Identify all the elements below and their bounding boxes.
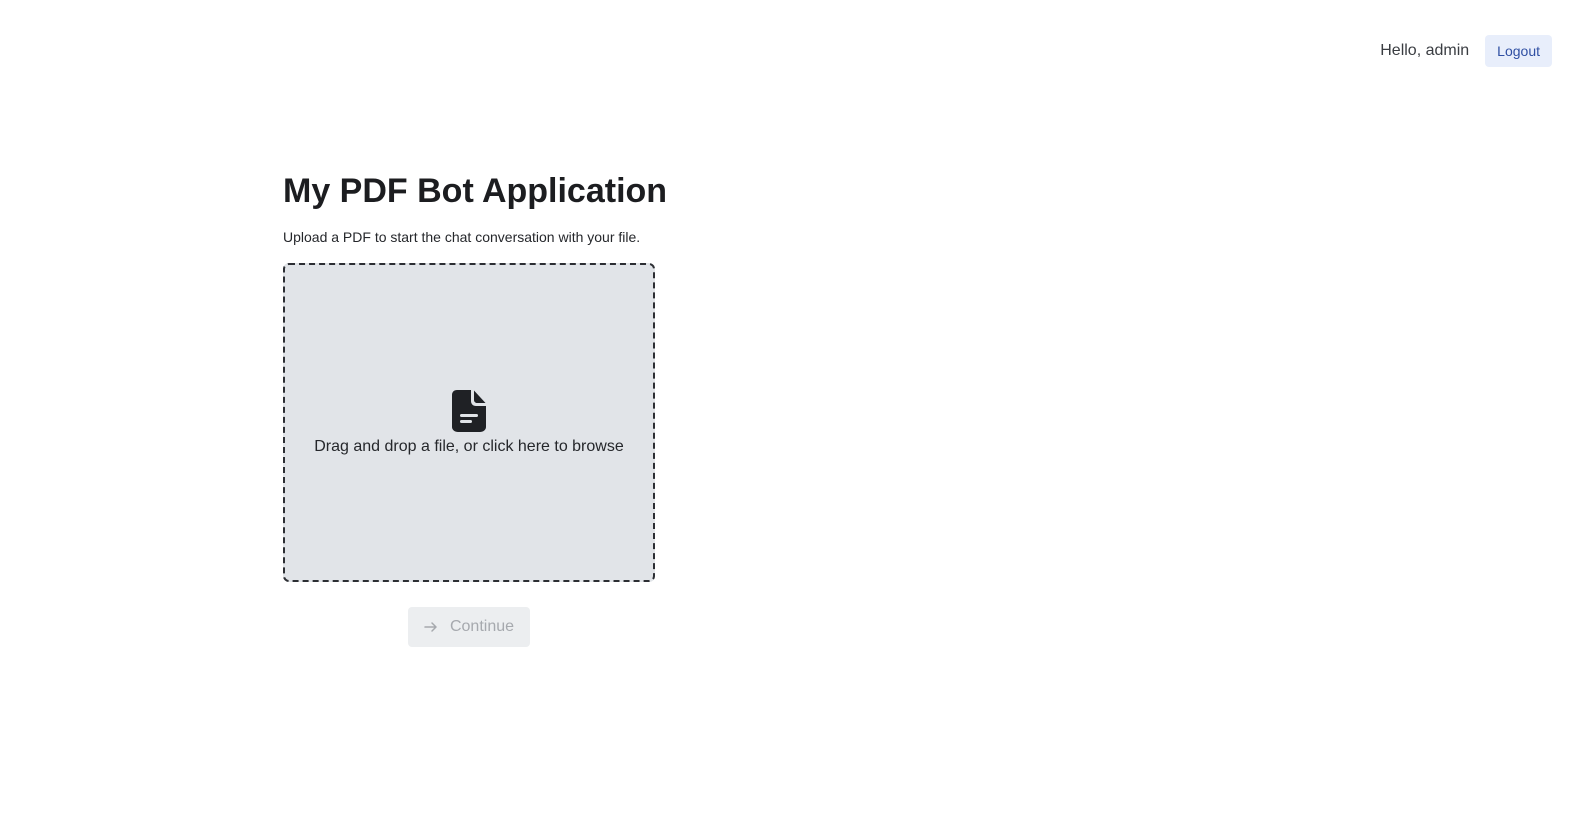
continue-button[interactable]: Continue xyxy=(407,607,531,647)
logout-button[interactable]: Logout xyxy=(1485,35,1552,67)
page-subtitle: Upload a PDF to start the chat conversat… xyxy=(283,229,641,245)
header: Hello, admin Logout xyxy=(1380,35,1552,67)
page-title: My PDF Bot Application xyxy=(283,172,668,210)
file-dropzone[interactable]: Drag and drop a file, or click here to b… xyxy=(283,263,655,582)
dropzone-instructions: Drag and drop a file, or click here to b… xyxy=(314,437,624,455)
continue-container: Continue xyxy=(283,607,655,647)
continue-label: Continue xyxy=(449,618,515,635)
file-document-icon xyxy=(452,389,486,432)
arrow-right-icon xyxy=(424,620,438,634)
main-content: My PDF Bot Application Upload a PDF to s… xyxy=(283,166,668,647)
page: Hello, admin Logout My PDF Bot Applicati… xyxy=(0,0,1572,820)
user-greeting: Hello, admin xyxy=(1380,42,1470,59)
